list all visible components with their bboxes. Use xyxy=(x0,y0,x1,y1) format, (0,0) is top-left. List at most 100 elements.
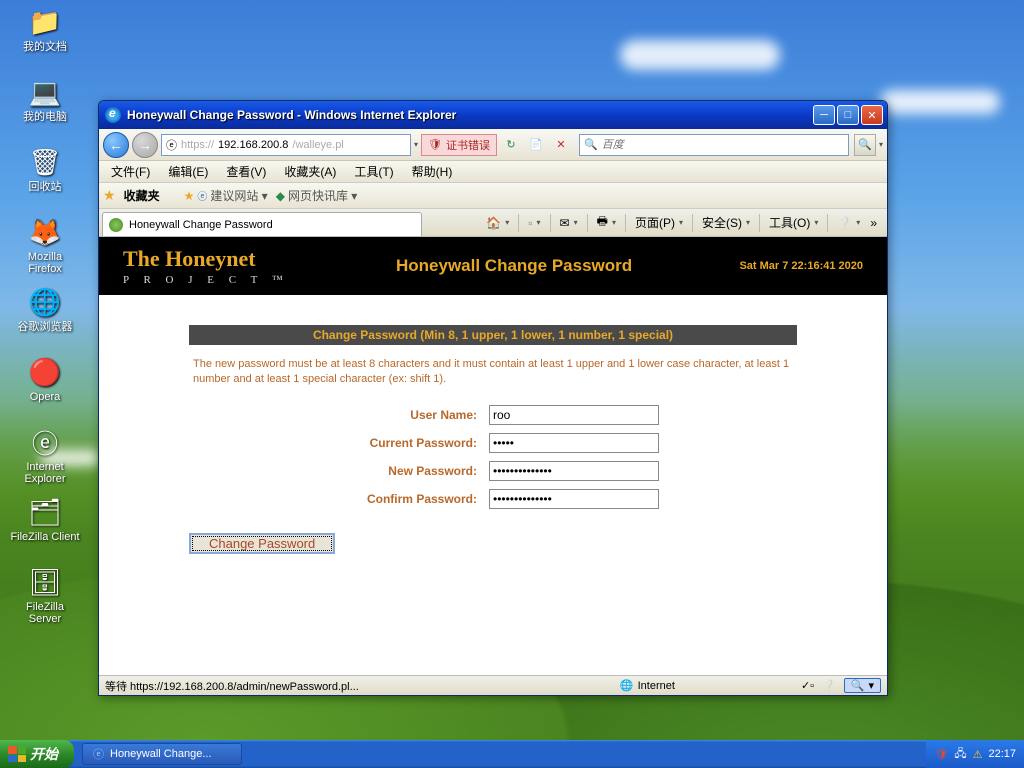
search-go-button[interactable]: 🔍 xyxy=(854,134,876,156)
shield-icon: 🛡 xyxy=(428,138,442,151)
tray-volume-icon[interactable]: ⚠ xyxy=(973,748,983,761)
protected-mode-icon[interactable]: ✓▫ xyxy=(801,679,814,692)
home-button[interactable]: 🏠 xyxy=(482,214,513,232)
cert-error-badge[interactable]: 🛡 证书错误 xyxy=(421,134,497,156)
desktop-icon-glyph: 🌐 xyxy=(28,285,62,319)
tab-favicon xyxy=(109,218,123,232)
command-bar: 🏠 ▫ ✉ 🖶 页面(P) 安全(S) 工具(O) ❔ » xyxy=(422,209,887,236)
menu-bar: 文件(F)编辑(E)查看(V)收藏夹(A)工具(T)帮助(H) xyxy=(99,161,887,183)
desktop-icon-glyph: 🗂 xyxy=(28,495,62,529)
print-button[interactable]: 🖶 xyxy=(593,210,620,235)
close-button[interactable]: ✕ xyxy=(861,105,883,125)
desktop-icon-3[interactable]: 🦊Mozilla Firefox xyxy=(10,215,80,273)
tab-title: Honeywall Change Password xyxy=(129,219,273,231)
help-button[interactable]: ❔ xyxy=(833,214,864,232)
desktop-icon-glyph: 💻 xyxy=(28,75,62,109)
page-menu[interactable]: 页面(P) xyxy=(631,212,687,233)
taskbar: 开始 ⓔ Honeywall Change... 🛡 🖧 ⚠ 22:17 xyxy=(0,740,1024,768)
feeds-button[interactable]: ▫ xyxy=(524,214,544,232)
favorites-bar: ★ 收藏夹 ★ⓔ 建议网站 ▾ ◆ 网页快讯库 ▾ xyxy=(99,183,887,209)
menu-item-2[interactable]: 查看(V) xyxy=(218,161,274,182)
current-password-input[interactable] xyxy=(489,433,659,453)
desktop-icon-6[interactable]: ⓔInternet Explorer xyxy=(10,425,80,483)
url-path: /walleye.pl xyxy=(292,139,343,151)
search-box[interactable]: 🔍 xyxy=(579,134,849,156)
tray-clock[interactable]: 22:17 xyxy=(988,748,1016,760)
safety-menu[interactable]: 安全(S) xyxy=(698,212,754,233)
ie-window: Honeywall Change Password - Windows Inte… xyxy=(98,100,888,696)
compat-button[interactable]: 📄 xyxy=(525,134,547,156)
current-password-label: Current Password: xyxy=(189,436,489,450)
page-timestamp: Sat Mar 7 22:16:41 2020 xyxy=(739,260,863,272)
globe-icon: 🌐 xyxy=(620,679,634,692)
desktop-icon-label: 我的电脑 xyxy=(10,111,80,123)
desktop-icon-label: Mozilla Firefox xyxy=(10,251,80,275)
desktop-icon-1[interactable]: 💻 我的电脑 xyxy=(10,75,80,133)
menu-item-0[interactable]: 文件(F) xyxy=(103,161,158,182)
tray-network-icon[interactable]: 🖧 xyxy=(954,745,966,764)
forward-button[interactable]: → xyxy=(132,132,158,158)
address-bar[interactable]: ⓔ https:// 192.168.200.8/walleye.pl xyxy=(161,134,411,156)
search-input[interactable] xyxy=(602,139,844,151)
page-icon: ⓔ xyxy=(166,137,177,153)
desktop-icon-label: 回收站 xyxy=(10,181,80,193)
search-icon: 🔍 xyxy=(584,138,598,151)
stop-button[interactable]: ✕ xyxy=(550,134,572,156)
favorites-label[interactable]: 收藏夹 xyxy=(124,187,160,204)
menu-item-3[interactable]: 收藏夹(A) xyxy=(276,161,344,182)
desktop-icon-label: FileZilla Client xyxy=(10,531,80,543)
windows-logo-icon xyxy=(8,746,26,762)
tray-shield-icon[interactable]: 🛡 xyxy=(934,748,948,761)
tools-menu[interactable]: 工具(O) xyxy=(765,212,822,233)
desktop-icon-5[interactable]: 🔴Opera xyxy=(10,355,80,413)
maximize-button[interactable]: □ xyxy=(837,105,859,125)
desktop-icon-glyph: 🗄 xyxy=(28,565,62,599)
username-label: User Name: xyxy=(189,408,489,422)
desktop-icon-7[interactable]: 🗂 FileZilla Client xyxy=(10,495,80,553)
minimize-button[interactable]: ─ xyxy=(813,105,835,125)
ie-icon xyxy=(105,107,121,123)
status-zone: 🌐 Internet xyxy=(620,679,675,692)
menu-item-1[interactable]: 编辑(E) xyxy=(160,161,216,182)
cert-error-label: 证书错误 xyxy=(446,137,490,153)
fav-link-suggested[interactable]: ★ⓔ 建议网站 ▾ xyxy=(184,187,268,204)
back-button[interactable]: ← xyxy=(103,132,129,158)
refresh-button[interactable]: ↻ xyxy=(500,134,522,156)
desktop-icon-0[interactable]: 📁我的文档 xyxy=(10,5,80,63)
username-input[interactable] xyxy=(489,405,659,425)
desktop-icon-glyph: ⓔ xyxy=(28,425,62,459)
menu-item-4[interactable]: 工具(T) xyxy=(346,161,401,182)
tab-row: Honeywall Change Password 🏠 ▫ ✉ 🖶 页面(P) … xyxy=(99,209,887,237)
new-password-input[interactable] xyxy=(489,461,659,481)
browser-tab[interactable]: Honeywall Change Password xyxy=(102,212,422,236)
confirm-password-input[interactable] xyxy=(489,489,659,509)
favorites-star-icon[interactable]: ★ xyxy=(103,187,116,204)
chevron-button[interactable]: » xyxy=(866,214,881,232)
start-label: 开始 xyxy=(30,744,58,764)
change-password-button[interactable]: Change Password xyxy=(189,533,335,554)
start-button[interactable]: 开始 xyxy=(0,740,74,768)
desktop-icon-label: 我的文档 xyxy=(10,41,80,53)
ie-task-icon: ⓔ xyxy=(93,746,104,762)
desktop-icon-2[interactable]: 🗑回收站 xyxy=(10,145,80,203)
menu-item-5[interactable]: 帮助(H) xyxy=(404,161,461,182)
zoom-control[interactable]: 🔍▾ xyxy=(844,678,881,693)
confirm-password-label: Confirm Password: xyxy=(189,492,489,506)
zoom-icon: 🔍 xyxy=(851,679,865,692)
page-title: Honeywall Change Password xyxy=(289,256,740,276)
taskbar-item-ie[interactable]: ⓔ Honeywall Change... xyxy=(82,743,242,765)
status-bar: 等待 https://192.168.200.8/admin/newPasswo… xyxy=(99,675,887,695)
desktop-icon-label: 谷歌浏览器 xyxy=(10,321,80,333)
desktop-icon-4[interactable]: 🌐 谷歌浏览器 xyxy=(10,285,80,343)
url-scheme: https:// xyxy=(181,139,214,151)
taskbar-item-label: Honeywall Change... xyxy=(110,748,212,760)
mail-button[interactable]: ✉ xyxy=(556,214,582,232)
desktop-icon-8[interactable]: 🗄FileZilla Server xyxy=(10,565,80,623)
desktop-icon-glyph: 🦊 xyxy=(28,215,62,249)
system-tray[interactable]: 🛡 🖧 ⚠ 22:17 xyxy=(926,740,1024,768)
url-host: 192.168.200.8 xyxy=(218,139,288,151)
nav-toolbar: ← → ⓔ https://192.168.200.8/walleye.pl ▾… xyxy=(99,129,887,161)
popup-icon[interactable]: ❔ xyxy=(822,679,836,692)
titlebar[interactable]: Honeywall Change Password - Windows Inte… xyxy=(99,101,887,129)
fav-link-webslice[interactable]: ◆ 网页快讯库 ▾ xyxy=(276,187,358,204)
